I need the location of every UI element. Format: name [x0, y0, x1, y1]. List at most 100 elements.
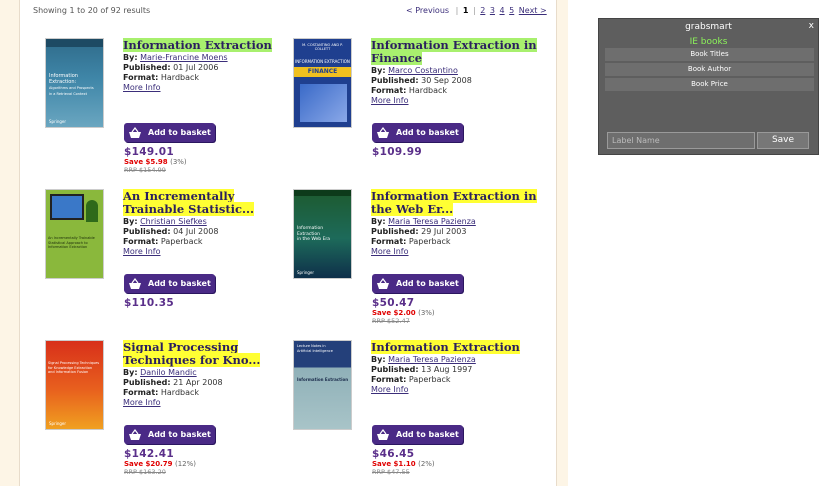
product-title-link[interactable]: Information Extraction in Finance: [371, 38, 537, 65]
previous-page-link[interactable]: < Previous: [406, 6, 449, 15]
published-date: 04 Jul 2008: [173, 227, 219, 236]
basket-icon: [129, 126, 141, 138]
results-count: Showing 1 to 20 of 92 results: [33, 6, 151, 15]
label-name-input[interactable]: Label Name: [607, 132, 755, 149]
format-value: Hardback: [160, 73, 200, 82]
save-amount: Save $20.79: [124, 460, 173, 468]
by-label: By:: [371, 217, 386, 226]
save-percent: (3%): [170, 158, 187, 166]
cover-text: Information Extraction: [48, 245, 88, 249]
book-cover[interactable]: Lecture Notes in Artificial Intelligence…: [293, 340, 352, 430]
product-info: Signal Processing Techniques for Kno... …: [123, 340, 293, 408]
published-date: 29 Jul 2003: [421, 227, 467, 236]
product-card: Lecture Notes in Artificial Intelligence…: [293, 340, 533, 486]
more-info-link[interactable]: More Info: [371, 385, 409, 394]
add-to-basket-button[interactable]: Add to basket: [372, 274, 463, 293]
book-cover[interactable]: Information Extraction: Algorithms and P…: [45, 38, 104, 128]
book-cover[interactable]: Signal Processing Techniques for Knowled…: [45, 340, 104, 430]
format-label: Format:: [371, 86, 407, 95]
close-icon[interactable]: x: [809, 21, 814, 31]
product-info: Information Extraction By: Maria Teresa …: [371, 340, 541, 395]
author-link[interactable]: Maria Teresa Pazienza: [388, 217, 476, 226]
product-info: An Incrementally Trainable Statistic... …: [123, 189, 293, 257]
product-card: M. COSTANTINO AND P. COLLETT INFORMATION…: [293, 38, 537, 188]
add-to-basket-button[interactable]: Add to basket: [124, 425, 215, 444]
product-rrp: RRP $52.47: [372, 317, 410, 325]
product-price: $50.47: [372, 297, 415, 309]
cover-text: and Information Fusion: [48, 370, 89, 374]
more-info-link[interactable]: More Info: [123, 398, 161, 407]
cover-publisher: Springer: [49, 119, 67, 124]
author-link[interactable]: Marco Costantino: [388, 66, 458, 75]
product-savings: Save $2.00 (3%): [372, 309, 435, 317]
by-label: By:: [123, 368, 138, 377]
cover-text: Signal Processing Techniques: [48, 361, 100, 365]
page-right-border: [556, 0, 557, 486]
grabsmart-panel: grabsmart x IE books Book Titles Book Au…: [598, 18, 819, 155]
more-info-link[interactable]: More Info: [371, 247, 409, 256]
product-price: $142.41: [124, 448, 174, 460]
product-price: $110.35: [124, 297, 174, 309]
page-link-4[interactable]: 4: [500, 6, 505, 15]
basket-icon: [377, 126, 389, 138]
published-date: 30 Sep 2008: [421, 76, 472, 85]
product-title-link[interactable]: Signal Processing Techniques for Kno...: [123, 340, 261, 367]
cover-text: FINANCE: [294, 67, 351, 77]
format-value: Hardback: [408, 86, 448, 95]
pager-separator: |: [455, 6, 459, 15]
product-savings: Save $20.79 (12%): [124, 460, 196, 468]
product-title-link[interactable]: Information Extraction: [371, 340, 520, 354]
save-button[interactable]: Save: [757, 132, 809, 149]
format-value: Paperback: [408, 237, 451, 246]
add-to-basket-button[interactable]: Add to basket: [372, 123, 463, 142]
product-card: An Incrementally Trainable Statistical A…: [45, 189, 285, 339]
add-to-basket-label: Add to basket: [396, 430, 459, 439]
format-value: Hardback: [160, 388, 200, 397]
page-link-5[interactable]: 5: [509, 6, 514, 15]
save-percent: (3%): [418, 309, 435, 317]
label-row-book-titles[interactable]: Book Titles: [605, 48, 814, 61]
page-link-3[interactable]: 3: [490, 6, 495, 15]
author-link[interactable]: Marie-Francine Moens: [140, 53, 228, 62]
cover-publisher: Springer: [297, 270, 315, 275]
label-row-book-price[interactable]: Book Price: [605, 78, 814, 91]
author-link[interactable]: Danilo Mandic: [140, 368, 197, 377]
page-left-margin: [0, 0, 20, 486]
more-info-link[interactable]: More Info: [123, 247, 161, 256]
author-link[interactable]: Christian Siefkes: [140, 217, 207, 226]
add-to-basket-button[interactable]: Add to basket: [124, 123, 215, 142]
product-title-link[interactable]: An Incrementally Trainable Statistic...: [123, 189, 255, 216]
product-info: Information Extraction in the Web Er... …: [371, 189, 541, 257]
label-row-book-author[interactable]: Book Author: [605, 63, 814, 76]
next-page-link[interactable]: Next >: [519, 6, 547, 15]
by-label: By:: [123, 217, 138, 226]
page-link-2[interactable]: 2: [480, 6, 485, 15]
add-to-basket-button[interactable]: Add to basket: [372, 425, 463, 444]
published-label: Published:: [371, 365, 419, 374]
published-label: Published:: [371, 227, 419, 236]
cover-text: in the Web Era: [297, 237, 331, 242]
product-price: $46.45: [372, 448, 415, 460]
product-title-link[interactable]: Information Extraction: [123, 38, 272, 52]
format-value: Paperback: [160, 237, 203, 246]
page-right-margin: [556, 0, 568, 486]
product-rrp: RRP $47.55: [372, 468, 410, 476]
basket-icon: [377, 277, 389, 289]
book-cover[interactable]: An Incrementally Trainable Statistical A…: [45, 189, 104, 279]
published-label: Published:: [123, 63, 171, 72]
add-to-basket-button[interactable]: Add to basket: [124, 274, 215, 293]
more-info-link[interactable]: More Info: [371, 96, 409, 105]
cover-text: in a Retrieval Context: [49, 92, 87, 96]
format-label: Format:: [123, 237, 159, 246]
published-date: 13 Aug 1997: [421, 365, 473, 374]
author-link[interactable]: Maria Teresa Pazienza: [388, 355, 476, 364]
basket-icon: [129, 277, 141, 289]
page-left-border: [19, 0, 20, 486]
product-info: Information Extraction in Finance By: Ma…: [371, 38, 541, 106]
product-savings: Save $1.10 (2%): [372, 460, 435, 468]
product-title-link[interactable]: Information Extraction in the Web Er...: [371, 189, 537, 216]
book-cover[interactable]: Information Extraction in the Web Era Sp…: [293, 189, 352, 279]
format-label: Format:: [371, 375, 407, 384]
more-info-link[interactable]: More Info: [123, 83, 161, 92]
book-cover[interactable]: M. COSTANTINO AND P. COLLETT INFORMATION…: [293, 38, 352, 128]
